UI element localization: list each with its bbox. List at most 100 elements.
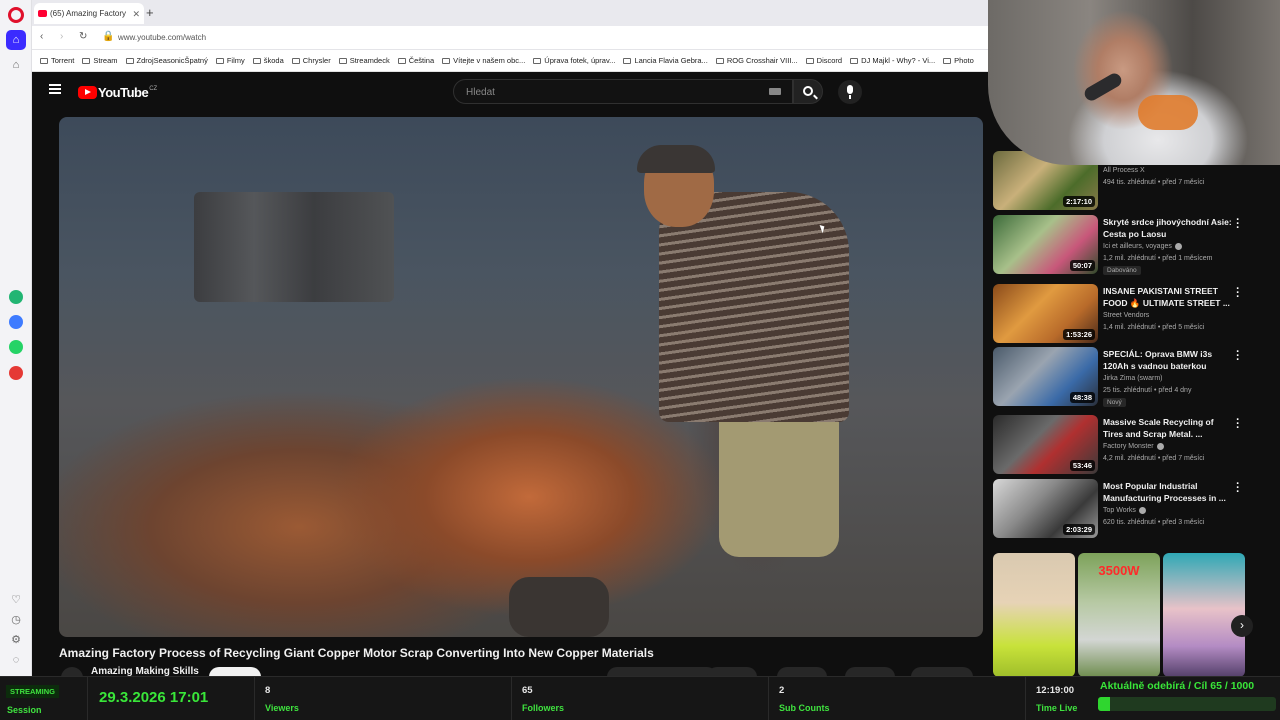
recommended-video[interactable]: 48:38 SPECIÁL: Oprava BMW i3s 120Ah s vad… <box>993 347 1273 407</box>
home-icon[interactable]: ⌂ <box>9 58 23 72</box>
opera-logo-icon[interactable] <box>8 7 24 23</box>
time-live-label: Time Live <box>1036 703 1078 713</box>
search-button[interactable] <box>793 79 823 104</box>
channel-avatar[interactable] <box>61 667 83 676</box>
recommended-video[interactable]: 50:07 Skryté srdce jihovýchodní Asie: Ces… <box>993 215 1273 275</box>
voice-search-button[interactable] <box>838 80 862 104</box>
video-meta: 1,4 mil. zhlédnutí • před 5 měsíci <box>1103 324 1205 331</box>
new-tab-button[interactable]: + <box>146 5 154 20</box>
channel-name[interactable]: All Process X <box>1103 165 1233 176</box>
time-live-value: 12:19:00 <box>1036 685 1075 696</box>
youtube-logo[interactable]: YouTubeCZ <box>78 84 157 100</box>
more-options-icon[interactable]: ··· <box>1235 479 1241 498</box>
channel-name[interactable]: Top Works <box>1103 505 1233 516</box>
reload-icon[interactable]: ↻ <box>79 31 87 42</box>
search-input[interactable]: Hledat <box>453 79 793 104</box>
heart-icon[interactable]: ♡ <box>9 593 23 607</box>
video-player[interactable] <box>59 117 983 637</box>
bookmark-item[interactable]: Stream <box>82 56 118 65</box>
recommended-video[interactable]: 2:03:29 Most Popular Industrial Manufactu… <box>993 479 1273 539</box>
bookmark-item[interactable]: Torrent <box>40 56 74 65</box>
keyboard-icon[interactable] <box>769 88 781 95</box>
recommended-video[interactable]: 53:46 Massive Scale Recycling of Tires an… <box>993 415 1273 475</box>
save-button[interactable] <box>777 667 827 676</box>
bookmark-label: Streamdeck <box>349 56 390 65</box>
short-card[interactable] <box>993 553 1075 677</box>
bookmark-item[interactable]: Vítejte v našem obc... <box>442 56 525 65</box>
back-icon[interactable]: ‹ <box>40 31 43 42</box>
channel-name[interactable]: Factory Monster <box>1103 441 1233 452</box>
shorts-next-icon[interactable]: › <box>1231 615 1253 637</box>
short-card[interactable]: 3500W <box>1078 553 1160 677</box>
more-options-icon[interactable]: ··· <box>1235 347 1241 366</box>
download-button[interactable] <box>911 667 973 676</box>
recommended-video[interactable]: 1:53:26 INSANE PAKISTANI STREET FOOD 🔥 UL… <box>993 284 1273 344</box>
stream-status-section: STREAMING Session <box>0 677 88 720</box>
screen: ⌂ ⌂ ♡ ◷ ⚙ ◌ (65) Amazing Factory ✕ + ▭ –… <box>0 0 1280 720</box>
bookmark-item[interactable]: Discord <box>805 56 842 65</box>
verified-icon <box>1138 506 1146 514</box>
video-thumbnail[interactable]: 53:46 <box>993 415 1098 474</box>
close-tab-icon[interactable]: ✕ <box>132 9 140 20</box>
messenger-app-icon[interactable] <box>9 315 23 329</box>
channel-name[interactable]: Amazing Making Skills <box>91 666 199 676</box>
bookmark-item[interactable]: Čeština <box>397 56 434 65</box>
chatgpt-app-icon[interactable] <box>9 290 23 304</box>
more-options-icon[interactable]: ··· <box>1235 415 1241 434</box>
channel-name[interactable]: Street Vendors <box>1103 310 1233 321</box>
video-meta: 1,2 mil. zhlédnutí • před 1 měsícem <box>1103 255 1213 262</box>
video-title[interactable]: Most Popular Industrial Manufacturing Pr… <box>1103 480 1233 504</box>
tab-active[interactable]: (65) Amazing Factory ✕ <box>34 3 144 24</box>
bookmark-item[interactable]: Photo <box>943 56 974 65</box>
video-title[interactable]: Skryté srdce jihovýchodní Asie: Cesta po… <box>1103 216 1233 240</box>
music-app-icon[interactable] <box>9 366 23 380</box>
video-badge: Dabováno <box>1103 266 1141 275</box>
subs-label: Sub Counts <box>779 703 830 713</box>
video-thumbnail[interactable]: 2:03:29 <box>993 479 1098 538</box>
video-thumbnail[interactable]: 1:53:26 <box>993 284 1098 343</box>
video-badge: Nový <box>1103 398 1126 407</box>
video-title[interactable]: Massive Scale Recycling of Tires and Scr… <box>1103 416 1233 440</box>
channel-name[interactable]: Ici et ailleurs, voyages <box>1103 241 1233 252</box>
more-options-icon[interactable]: ··· <box>1235 284 1241 303</box>
menu-icon[interactable] <box>49 84 61 94</box>
channel-name-text: Factory Monster <box>1103 443 1154 450</box>
video-title[interactable]: SPECIÁL: Oprava BMW i3s 120Ah s vadnou b… <box>1103 348 1233 372</box>
bookmark-item[interactable]: Úprava fotek, úprav... <box>533 56 615 65</box>
url-field[interactable]: www.youtube.com/watch <box>118 29 1018 47</box>
settings-icon[interactable]: ⚙ <box>9 633 23 647</box>
video-title[interactable]: INSANE PAKISTANI STREET FOOD 🔥 ULTIMATE … <box>1103 285 1233 309</box>
bookmark-item[interactable]: DJ Majkl - Why? - Vi... <box>850 56 935 65</box>
workspace-icon[interactable]: ⌂ <box>6 30 26 50</box>
bookmark-label: Filmy <box>226 56 245 65</box>
subscribe-button[interactable] <box>209 667 261 676</box>
bookmark-item[interactable]: Filmy <box>215 56 245 65</box>
stream-stats-bar: STREAMING Session 29.3.2026 17:01 8 View… <box>0 676 1280 720</box>
channel-name[interactable]: Jirka Zima (swarm) <box>1103 373 1233 384</box>
video-thumbnail[interactable]: 48:38 <box>993 347 1098 406</box>
short-card[interactable] <box>1163 553 1245 677</box>
more-options-icon[interactable]: ··· <box>1235 215 1241 234</box>
share-button[interactable] <box>707 667 757 676</box>
followers-section: 65 Followers <box>512 677 769 720</box>
bookmark-item[interactable]: Streamdeck <box>338 56 390 65</box>
like-button[interactable] <box>607 667 717 676</box>
channel-name-text: Ici et ailleurs, voyages <box>1103 243 1172 250</box>
bulb-icon[interactable]: ◌ <box>9 653 23 667</box>
whatsapp-app-icon[interactable] <box>9 340 23 354</box>
clip-button[interactable] <box>845 667 895 676</box>
bookmark-item[interactable]: Lancia Flavia Gebra... <box>623 56 708 65</box>
bookmark-label: Lancia Flavia Gebra... <box>634 56 708 65</box>
bookmark-item[interactable]: Chrysler <box>291 56 331 65</box>
followers-value: 65 <box>522 685 533 696</box>
webcam-overlay <box>988 0 1280 165</box>
bookmark-label: ZdrojSeasonicŠpatný <box>136 56 208 65</box>
folder-icon <box>533 58 542 65</box>
bookmark-item[interactable]: ZdrojSeasonicŠpatný <box>125 56 208 65</box>
video-thumbnail[interactable]: 50:07 <box>993 215 1098 274</box>
bookmark-item[interactable]: škoda <box>252 56 284 65</box>
forward-icon[interactable]: › <box>60 31 63 42</box>
folder-icon <box>442 58 451 65</box>
history-icon[interactable]: ◷ <box>9 613 23 627</box>
bookmark-item[interactable]: ROG Crosshair VIII... <box>715 56 798 65</box>
